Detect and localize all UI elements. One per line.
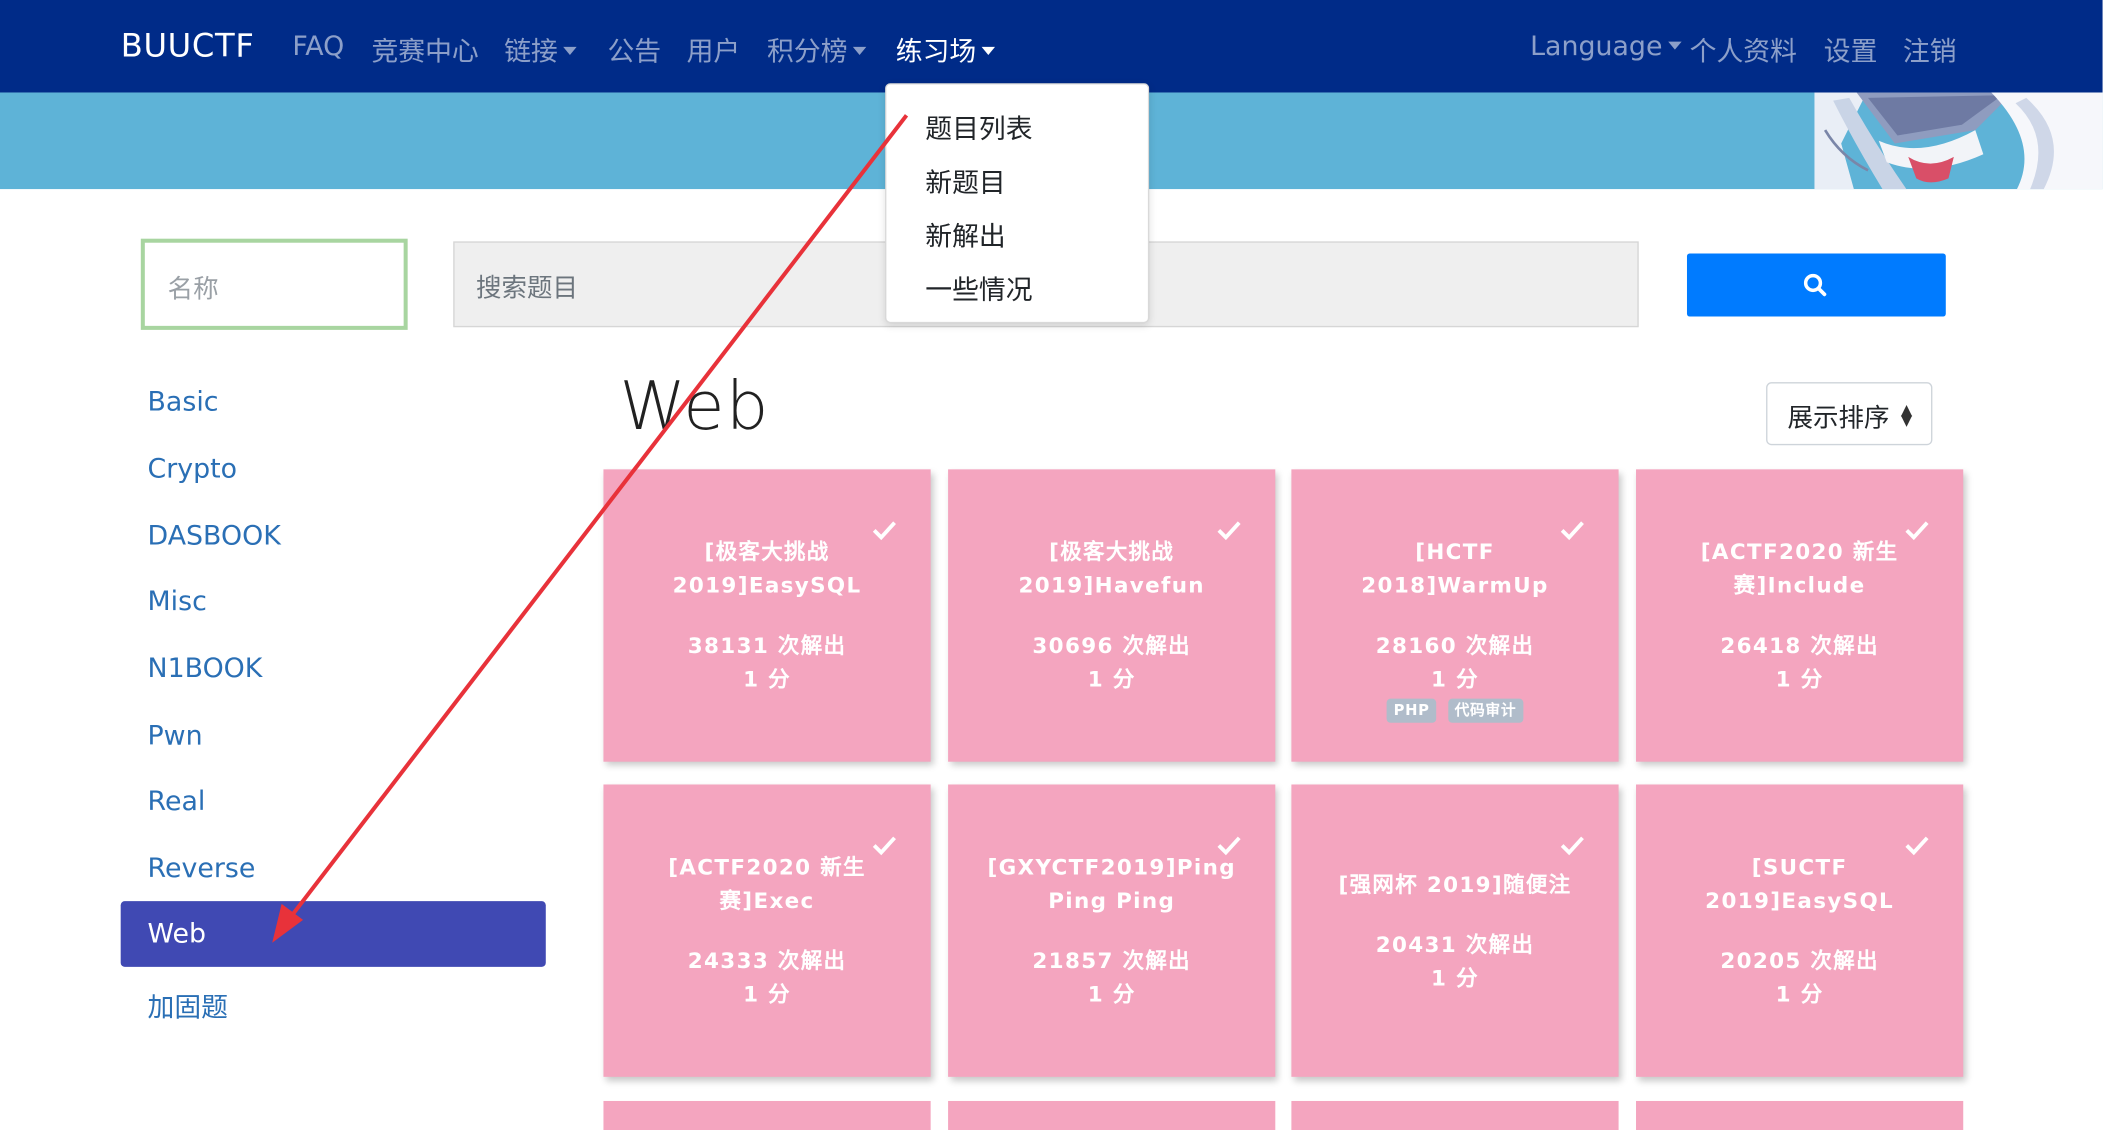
nav-language-dropdown[interactable]: Language [1530,29,1682,62]
challenge-solves: 24333 次解出 [687,948,847,974]
chevron-down-icon [1667,40,1682,49]
challenge-solves: 30696 次解出 [1032,632,1191,659]
challenge-points: 1 分 [743,666,792,692]
challenge-tags: PHP 代码审计 [1291,698,1618,723]
challenge-points: 1 分 [1431,666,1479,692]
chevron-down-icon [981,46,996,55]
challenge-title: [极客大挑战 2019]EasySQL [672,539,862,599]
chevron-down-icon [852,46,867,55]
chevron-down-icon [563,46,577,55]
tag-badge[interactable]: PHP [1386,698,1437,723]
challenge-title: [GXYCTF2019]Ping Ping Ping [987,854,1236,914]
challenge-card[interactable] [948,1100,1276,1130]
challenge-solves: 28160 次解出 [1375,632,1535,659]
challenge-title: [ACTF2020 新生赛]Exec [668,854,866,914]
challenge-points: 1 分 [1087,666,1136,692]
dropdown-item-challenge-list[interactable]: 题目列表 [925,107,1032,146]
challenge-points: 1 分 [743,981,792,1008]
challenge-points: 1 分 [1775,981,1824,1008]
category-n1book[interactable]: N1BOOK [148,652,263,684]
category-crypto[interactable]: Crypto [148,452,238,484]
dropdown-item-new-solves[interactable]: 新解出 [925,215,1005,254]
nav-settings[interactable]: 设置 [1824,30,1878,69]
category-web-label: Web [147,917,206,950]
top-navbar: BUUCTF FAQ 竞赛中心 链接 公告 用户 积分榜 练习场 Languag… [0,0,2103,93]
challenge-solves: 38131 次解出 [687,632,847,659]
challenge-card[interactable]: [ACTF2020 新生赛]Include 26418 次解出 1 分 [1636,469,1964,762]
dropdown-item-new-challenges[interactable]: 新题目 [925,161,1005,200]
category-hardening[interactable]: 加固题 [148,986,228,1025]
nav-language-label: Language [1530,29,1663,62]
search-icon [1803,273,1827,297]
challenge-card[interactable]: [HCTF 2018]WarmUp 28160 次解出 1 分 PHP 代码审计 [1291,469,1619,762]
challenge-card[interactable]: [ACTF2020 新生赛]Exec 24333 次解出 1 分 [603,784,931,1077]
challenge-solves: 20431 次解出 [1375,931,1535,958]
challenge-card[interactable]: [SUCTF 2019]EasySQL 20205 次解出 1 分 [1636,784,1964,1077]
nav-links-dropdown[interactable]: 链接 [504,30,577,69]
challenge-points: 1 分 [1431,965,1479,991]
category-basic[interactable]: Basic [148,385,219,417]
sort-updown-icon: ▲ ▼ [1900,400,1913,430]
challenge-card[interactable] [603,1100,931,1130]
section-title: Web [619,367,770,446]
sort-select[interactable]: 展示排序 ▲ ▼ [1766,382,1933,446]
nav-announcements[interactable]: 公告 [607,30,661,69]
category-dasbook[interactable]: DASBOOK [148,519,281,551]
nav-logout[interactable]: 注销 [1903,30,1957,69]
challenge-card[interactable]: [极客大挑战 2019]Havefun 30696 次解出 1 分 [948,469,1276,762]
challenge-title: [HCTF 2018]WarmUp [1361,539,1549,599]
challenge-title: [强网杯 2019]随便注 [1338,871,1572,898]
challenge-title: [极客大挑战 2019]Havefun [1018,539,1205,599]
challenge-solves: 20205 次解出 [1720,948,1879,974]
challenge-points: 1 分 [1087,981,1136,1008]
challenge-card[interactable]: [极客大挑战 2019]EasySQL 38131 次解出 1 分 [603,469,931,762]
category-misc[interactable]: Misc [148,585,207,617]
nav-faq[interactable]: FAQ [292,30,344,62]
challenge-solves: 26418 次解出 [1720,632,1879,659]
challenge-points: 1 分 [1775,666,1824,692]
nav-practice-label: 练习场 [895,34,977,68]
mascot-illustration [1814,92,2103,190]
nav-competitions[interactable]: 竞赛中心 [371,30,478,69]
nav-profile[interactable]: 个人资料 [1690,30,1797,69]
challenge-title: [ACTF2020 新生赛]Include [1700,539,1899,599]
challenge-card[interactable] [1291,1100,1619,1130]
nav-users[interactable]: 用户 [687,30,741,69]
nav-links-label: 链接 [504,34,558,68]
checkmark-icon [1560,836,1584,856]
category-pwn[interactable]: Pwn [148,719,203,751]
brand-logo[interactable]: BUUCTF [121,27,255,65]
nav-scoreboard-label: 积分榜 [767,34,848,68]
challenge-title: [SUCTF 2019]EasySQL [1705,854,1895,914]
name-filter-input[interactable]: 名称 [140,238,408,330]
category-web-active[interactable]: Web [120,901,546,967]
category-reverse[interactable]: Reverse [148,852,256,884]
dropdown-item-stats[interactable]: 一些情况 [925,268,1032,307]
category-real[interactable]: Real [148,784,206,816]
challenge-card[interactable]: [强网杯 2019]随便注 20431 次解出 1 分 [1291,784,1619,1077]
nav-scoreboard-dropdown[interactable]: 积分榜 [767,30,867,69]
nav-practice-dropdown[interactable]: 练习场 [895,30,996,69]
challenge-card[interactable]: [GXYCTF2019]Ping Ping Ping 21857 次解出 1 分 [948,784,1276,1077]
sort-label: 展示排序 [1787,403,1890,434]
practice-dropdown-menu: 题目列表 新题目 新解出 一些情况 [885,83,1150,324]
challenge-card[interactable] [1636,1100,1964,1130]
challenge-solves: 21857 次解出 [1032,948,1191,974]
tag-badge[interactable]: 代码审计 [1447,698,1523,723]
search-button[interactable] [1686,253,1946,317]
